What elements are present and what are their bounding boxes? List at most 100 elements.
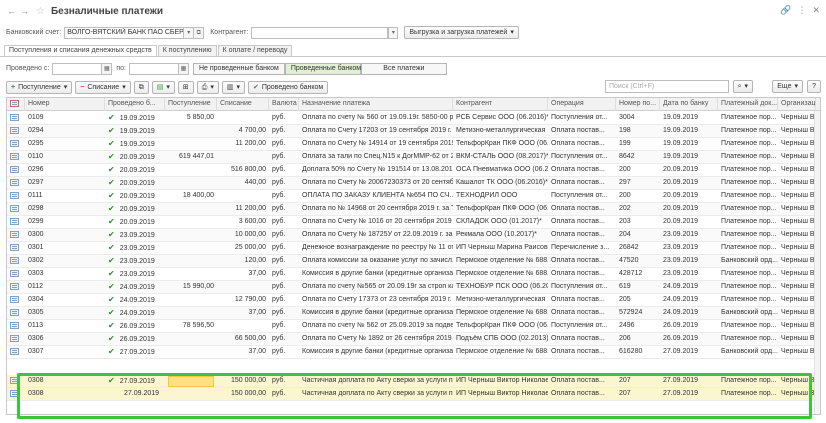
table-row[interactable]: 0306 ✔ 26.09.2019 66 500,00 руб. Оплата по Сч… bbox=[7, 333, 820, 346]
forward-arrow-icon[interactable]: → bbox=[19, 6, 30, 17]
close-icon[interactable]: ✕ bbox=[812, 5, 820, 16]
table-row[interactable]: 0112 ✔ 24.09.2019 15 990,00 руб. Оплата по сч… bbox=[7, 281, 820, 294]
cell-currency: руб. bbox=[272, 114, 286, 121]
column-header-number[interactable]: Номер bbox=[25, 98, 105, 111]
more-vert-icon[interactable]: ⋮ bbox=[797, 5, 806, 16]
document-icon bbox=[10, 243, 19, 251]
table-row[interactable]: 0110 ✔ 20.09.2019 619 447,01 руб. Оплата за т… bbox=[7, 151, 820, 164]
counterparty-dropdown-icon[interactable]: ▾ bbox=[388, 26, 399, 39]
favorite-star-icon[interactable]: ☆ bbox=[36, 6, 45, 17]
date-to-field[interactable] bbox=[128, 62, 179, 75]
column-header-currency[interactable]: Валюта bbox=[269, 98, 299, 111]
structure-button[interactable]: ⊞ bbox=[177, 80, 194, 94]
bank-account-open-icon[interactable]: ⧉ bbox=[194, 26, 205, 39]
cell-organization: Черныш В bbox=[781, 231, 815, 238]
column-header-operation[interactable]: Операция bbox=[548, 98, 616, 111]
cell-number: 0305 bbox=[28, 309, 44, 316]
cell-income bbox=[165, 255, 217, 268]
table-row[interactable]: 0303 ✔ 23.09.2019 37,00 руб. Комиссия в други… bbox=[7, 268, 820, 281]
cell-income: 15 990,00 bbox=[182, 283, 214, 290]
cell-number: 0111 bbox=[28, 192, 43, 199]
tab-to-pay[interactable]: К оплате / переводу bbox=[217, 45, 293, 56]
cell-income bbox=[165, 307, 217, 320]
table-row[interactable]: 0296 ✔ 20.09.2019 516 800,00 руб. Доплата 50%… bbox=[7, 164, 820, 177]
table-row[interactable]: 0304 ✔ 24.09.2019 12 790,00 руб. Оплата по Сч… bbox=[7, 294, 820, 307]
column-header-bank-number[interactable]: Номер по... bbox=[616, 98, 660, 111]
table-row[interactable]: 0300 ✔ 23.09.2019 10 000,00 руб. Оплата по Сч… bbox=[7, 229, 820, 242]
table-row[interactable]: 0305 ✔ 24.09.2019 37,00 руб. Комиссия в други… bbox=[7, 307, 820, 320]
cell-organization: Черныш В bbox=[781, 335, 815, 342]
table-row[interactable]: 0294 ✔ 19.09.2019 4 700,00 руб. Оплата по Сче… bbox=[7, 125, 820, 138]
calendar-from-icon[interactable]: ▦ bbox=[102, 62, 113, 75]
document-icon bbox=[10, 282, 19, 290]
link-icon[interactable]: 🔗 bbox=[780, 5, 791, 16]
cell-date: 24.09.2019 bbox=[119, 310, 155, 317]
check-icon: ✔ bbox=[108, 165, 115, 174]
cell-operation: Оплата постав... bbox=[551, 348, 605, 355]
calendar-to-icon[interactable]: ▦ bbox=[178, 62, 189, 75]
cell-operation: Оплата постав... bbox=[551, 179, 605, 186]
writeoff-button[interactable]: − Списание ▾ bbox=[75, 80, 131, 94]
copy-button[interactable]: ⧉ bbox=[133, 80, 149, 94]
cell-bank-date: 23.09.2019 bbox=[663, 270, 699, 277]
tab-to-receive[interactable]: К поступлению bbox=[157, 45, 217, 56]
column-header-bank-date[interactable]: Дата по банку bbox=[660, 98, 718, 111]
row-doc-cell bbox=[7, 346, 25, 359]
counterparty-field[interactable] bbox=[251, 26, 389, 39]
cell-operation: Оплата постав... bbox=[551, 335, 605, 342]
segment-not-conducted[interactable]: Не проведенные банком bbox=[192, 62, 285, 75]
receipt-button[interactable]: + Поступление ▾ bbox=[6, 80, 73, 94]
vertical-scrollbar[interactable] bbox=[814, 111, 820, 414]
table-row[interactable]: 0298 ✔ 20.09.2019 11 200,00 руб. Оплата по № … bbox=[7, 203, 820, 216]
table-row[interactable]: 0307 ✔ 27.09.2019 37,00 руб. Комиссия в други… bbox=[7, 346, 820, 359]
search-input[interactable]: Поиск (Ctrl+F) bbox=[605, 80, 729, 93]
column-header-conducted[interactable]: Проведено б... bbox=[105, 98, 165, 111]
back-arrow-icon[interactable]: ← bbox=[6, 6, 17, 17]
cell-organization: Черныш В bbox=[781, 153, 815, 160]
document-icon bbox=[10, 204, 19, 212]
conduct-menu-button[interactable]: ▤ ▾ bbox=[151, 80, 175, 94]
cell-income bbox=[165, 164, 217, 177]
reports-button[interactable]: ▥ ▾ bbox=[221, 80, 245, 94]
table-row[interactable]: 0111 ✔ 20.09.2019 18 400,00 руб. ОПЛАТА ПО ЗА… bbox=[7, 190, 820, 203]
cell-organization: Черныш В bbox=[781, 218, 815, 225]
search-button[interactable]: ⌕ ▾ bbox=[732, 80, 753, 93]
check-icon: ✔ bbox=[108, 204, 115, 213]
table-row[interactable]: 0297 ✔ 20.09.2019 440,00 руб. Оплата по Счету… bbox=[7, 177, 820, 190]
column-header-income[interactable]: Поступление bbox=[165, 98, 217, 111]
cell-bank-number: 204 bbox=[619, 231, 631, 238]
cell-income bbox=[165, 346, 217, 359]
date-from-field[interactable] bbox=[52, 62, 103, 75]
payments-table: Номер Проведено б... Поступление Списание Ва… bbox=[6, 97, 821, 415]
table-row[interactable]: 0301 ✔ 23.09.2019 25 000,00 руб. Денежное воз… bbox=[7, 242, 820, 255]
bank-account-field[interactable]: ВОЛГО-ВЯТСКИЙ БАНК ПАО СБЕР bbox=[64, 26, 185, 39]
cell-bank-number: 200 bbox=[619, 192, 631, 199]
help-button[interactable]: ? bbox=[807, 80, 821, 93]
column-header-expense[interactable]: Списание bbox=[217, 98, 269, 111]
table-row[interactable]: 0302 ✔ 23.09.2019 120,00 руб. Оплата комиссии… bbox=[7, 255, 820, 268]
segment-all[interactable]: Все платежи bbox=[360, 62, 447, 75]
import-export-button[interactable]: Выгрузка и загрузка платежей ▾ bbox=[404, 26, 519, 39]
table-row[interactable]: 0109 ✔ 19.09.2019 5 850,00 руб. Оплата по сче… bbox=[7, 112, 820, 125]
bank-account-dropdown-icon[interactable]: ▾ bbox=[184, 26, 195, 39]
print-button[interactable]: ⎙ ▾ bbox=[196, 80, 219, 94]
more-button[interactable]: Еще ▾ bbox=[772, 80, 803, 93]
segment-conducted[interactable]: Проведенные банком bbox=[284, 62, 361, 75]
tab-receipts-writeoffs[interactable]: Поступления и списания денежных средств bbox=[4, 45, 157, 56]
column-header-payment-doc[interactable]: Платежный док... bbox=[718, 98, 778, 111]
chevron-down-icon: ▾ bbox=[210, 83, 214, 91]
cell-purpose: Оплата по № 14968 от 20 сентября 2019 г.… bbox=[302, 205, 453, 212]
cell-bank-number: 8642 bbox=[619, 153, 635, 160]
column-header-counterparty[interactable]: Контрагент bbox=[453, 98, 548, 111]
column-header-organization[interactable]: Организация bbox=[778, 98, 816, 111]
table-row[interactable]: 0295 ✔ 19.09.2019 11 200,00 руб. Оплата по Сч… bbox=[7, 138, 820, 151]
column-header-purpose[interactable]: Назначение платежа bbox=[299, 98, 453, 111]
table-row[interactable]: 0299 ✔ 20.09.2019 3 600,00 руб. Оплата по Сче… bbox=[7, 216, 820, 229]
cell-date: 23.09.2019 bbox=[119, 232, 155, 239]
cell-payment-doc: Платежное пор... bbox=[721, 153, 777, 160]
conduct-by-bank-button[interactable]: ✔ Проведено банком bbox=[247, 80, 329, 94]
cell-organization: Черныш В bbox=[781, 179, 815, 186]
cell-conducted: ✔ 20.09.2019 bbox=[105, 164, 165, 177]
cell-purpose: Комиссия в другие банки (кредитные орган… bbox=[302, 270, 453, 277]
table-row[interactable]: 0113 ✔ 26.09.2019 78 596,50 руб. Оплата по сч… bbox=[7, 320, 820, 333]
